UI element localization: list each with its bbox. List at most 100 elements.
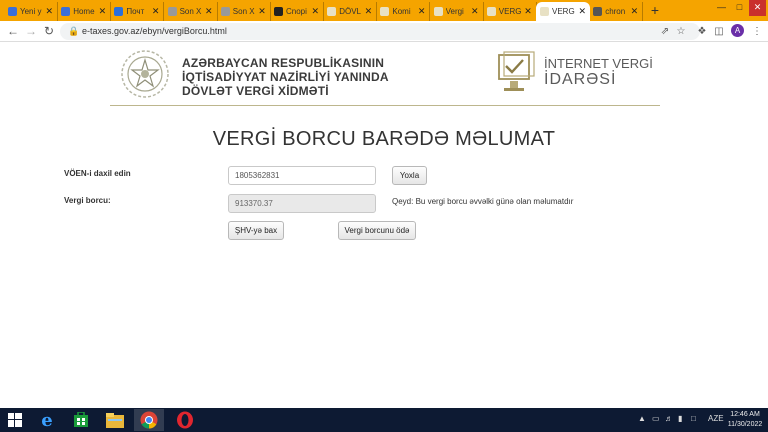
tab-label: Son X (232, 7, 255, 16)
bookmark-star-icon[interactable]: ☆ (674, 24, 688, 39)
tab-label: Komi (392, 7, 411, 16)
browser-tab[interactable]: Home ✕ (57, 2, 112, 21)
forward-icon[interactable]: → (23, 23, 39, 39)
tab-label: Сnopi (286, 7, 307, 16)
tab-favicon-icon (433, 7, 443, 16)
browser-tab[interactable]: Vergi ✕ (430, 2, 484, 21)
file-explorer-icon[interactable] (100, 409, 130, 431)
url-text: e-taxes.gov.az/ebyn/vergiBorcu.html (82, 26, 227, 36)
browser-tab[interactable]: Почт ✕ (110, 2, 165, 21)
tab-close-icon[interactable]: ✕ (418, 6, 426, 17)
tab-close-icon[interactable]: ✕ (99, 6, 107, 17)
tab-favicon-icon (540, 7, 549, 16)
extensions-icon[interactable]: ❖ (695, 24, 709, 39)
org-line-3: DÖVLƏT VERGİ XİDMƏTİ (182, 84, 329, 98)
action-center-icon[interactable]: □ (691, 414, 696, 423)
windows-taskbar: e ▲ ▭ ♬ ▮ □ AZE 12:46 AM 11/30/2022 (0, 408, 768, 432)
tab-favicon-icon (380, 7, 390, 16)
browser-tab[interactable]: Komi ✕ (376, 2, 431, 21)
store-icon[interactable] (66, 409, 96, 431)
minimize-button[interactable]: — (713, 0, 730, 16)
tab-favicon-icon (486, 7, 496, 16)
state-emblem-icon (121, 50, 169, 98)
clock[interactable]: 12:46 AM 11/30/2022 (726, 410, 764, 430)
debt-note: Qeyd: Bu vergi borcu əvvəlki günə olan m… (392, 197, 574, 206)
tab-close-icon[interactable]: ✕ (258, 6, 266, 17)
browser-tab[interactable]: DÖVL ✕ (323, 2, 378, 21)
url-field[interactable]: 🔒 e-taxes.gov.az/ebyn/vergiBorcu.html (60, 23, 700, 40)
browser-tab[interactable]: Son X ✕ (164, 2, 218, 21)
portal-line-2: İDARƏSİ (544, 71, 617, 88)
profile-avatar[interactable]: A (731, 24, 744, 37)
tab-favicon-icon (8, 7, 17, 16)
view-shv-button[interactable]: ŞHV-yə bax (228, 221, 284, 240)
tab-close-icon[interactable]: ✕ (205, 6, 213, 17)
tab-favicon-icon (114, 7, 124, 16)
language-indicator[interactable]: AZE (708, 414, 724, 423)
chrome-icon[interactable] (134, 409, 164, 431)
address-bar: ← → ↻ 🔒 e-taxes.gov.az/ebyn/vergiBorcu.h… (0, 21, 768, 42)
tab-close-icon[interactable]: ✕ (152, 6, 160, 17)
voen-input[interactable]: 1805362831 (228, 166, 376, 185)
reload-icon[interactable]: ↻ (41, 23, 57, 39)
tab-label: Son X (179, 7, 202, 16)
check-button[interactable]: Yoxla (392, 166, 427, 185)
portal-line-1: İNTERNET VERGİ (544, 56, 653, 71)
tab-close-icon[interactable]: ✕ (471, 6, 479, 17)
tab-favicon-icon (61, 7, 71, 16)
clock-time: 12:46 AM (730, 411, 760, 418)
org-line-1: AZƏRBAYCAN RESPUBLİKASININ (182, 56, 385, 70)
portal-name: İNTERNET VERGİ İDARƏSİ (544, 56, 653, 88)
back-icon[interactable]: ← (5, 23, 21, 39)
close-window-button[interactable]: ✕ (749, 0, 766, 16)
site-header: AZƏRBAYCAN RESPUBLİKASININ İQTİSADİYYAT … (110, 46, 660, 106)
opera-icon[interactable] (170, 409, 200, 431)
tab-label: Home (73, 7, 95, 16)
tab-favicon-icon (167, 7, 177, 16)
lock-icon: 🔒 (68, 26, 80, 36)
tab-label: DÖVL (339, 7, 361, 16)
debt-label: Vergi borcu: (64, 196, 111, 205)
maximize-button[interactable]: □ (731, 0, 748, 16)
browser-window: Yeni y ✕ Home ✕ Почт ✕ Son X ✕ Son X ✕ Сnopi ✕ DÖVL ✕… (0, 0, 768, 432)
browser-tab[interactable]: VERG ✕ (536, 2, 590, 21)
volume-icon[interactable]: ♬ (665, 414, 673, 423)
tab-label: Vergi (445, 7, 464, 16)
voen-label: VÖEN-i daxil edin (64, 169, 131, 178)
tab-close-icon[interactable]: ✕ (45, 6, 53, 17)
side-panel-icon[interactable]: ◫ (712, 24, 726, 39)
windows-start-icon[interactable] (0, 409, 30, 431)
browser-tab[interactable]: Yeni y ✕ (4, 2, 58, 21)
clock-date: 11/30/2022 (727, 421, 763, 428)
tab-close-icon[interactable]: ✕ (311, 6, 319, 17)
tab-close-icon[interactable]: ✕ (631, 6, 639, 17)
browser-tab[interactable]: VERG ✕ (483, 2, 537, 21)
organization-name: AZƏRBAYCAN RESPUBLİKASININ İQTİSADİYYAT … (182, 56, 389, 98)
network-icon[interactable]: ▭ (652, 414, 660, 423)
tab-favicon-icon (593, 7, 603, 16)
tab-label: chron (605, 7, 626, 16)
show-hidden-icons[interactable]: ▲ (638, 414, 646, 423)
page-title: VERGİ BORCU BARƏDƏ MƏLUMAT (212, 128, 556, 150)
share-icon[interactable]: ⇗ (658, 24, 672, 39)
browser-tab[interactable]: Son X ✕ (217, 2, 271, 21)
tab-label: Yeni y (20, 7, 42, 16)
menu-icon[interactable]: ⋮ (750, 24, 764, 39)
tab-favicon-icon (327, 7, 337, 16)
debt-amount-field: 913370.37 (228, 194, 376, 213)
tab-close-icon[interactable]: ✕ (578, 6, 586, 17)
tab-favicon-icon (274, 7, 283, 16)
new-tab-button[interactable]: + (646, 2, 664, 19)
browser-tab[interactable]: Сnopi ✕ (270, 2, 324, 21)
tab-close-icon[interactable]: ✕ (365, 6, 373, 17)
internet-explorer-icon[interactable]: e (32, 409, 62, 431)
tab-label: VERG (552, 7, 575, 16)
tab-favicon-icon (220, 7, 230, 16)
tab-close-icon[interactable]: ✕ (524, 6, 532, 17)
browser-tab[interactable]: chron ✕ (589, 2, 644, 21)
org-line-2: İQTİSADİYYAT NAZİRLİYİ YANINDA (182, 70, 389, 84)
tab-label: Почт (126, 7, 145, 16)
battery-icon[interactable]: ▮ (678, 414, 682, 423)
tab-strip: Yeni y ✕ Home ✕ Почт ✕ Son X ✕ Son X ✕ Сnopi ✕ DÖVL ✕… (0, 0, 768, 21)
pay-debt-button[interactable]: Vergi borcunu ödə (338, 221, 416, 240)
